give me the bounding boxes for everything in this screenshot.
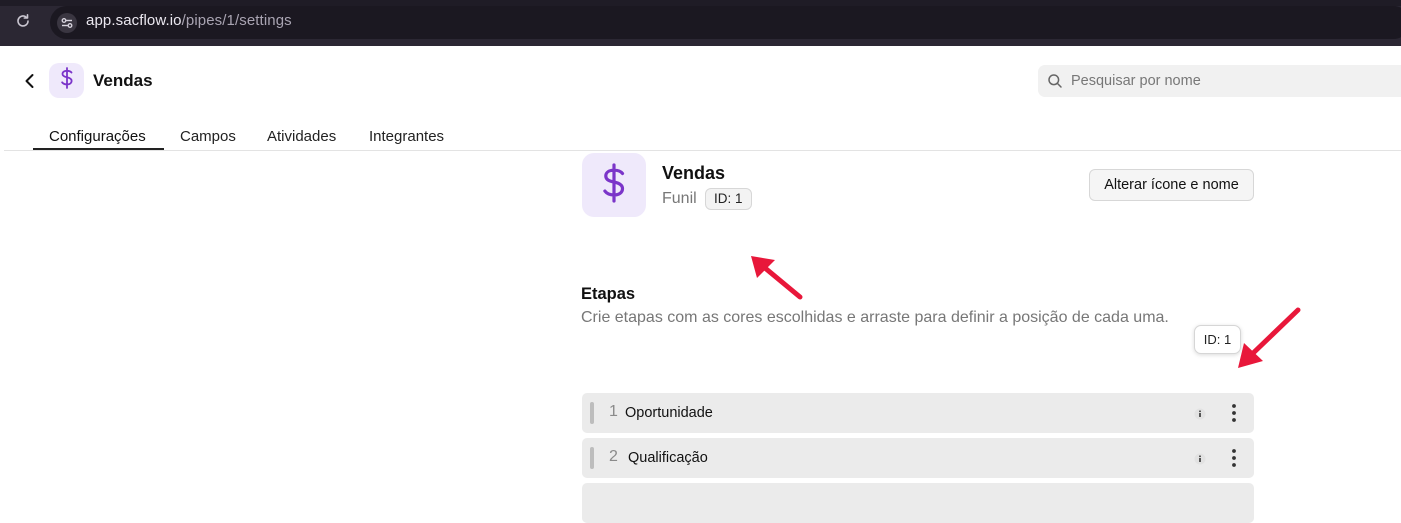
stage-row[interactable]: 2 Qualificação xyxy=(582,438,1254,478)
drag-handle[interactable] xyxy=(590,447,594,469)
tab-atividades[interactable]: Atividades xyxy=(267,128,336,145)
info-icon[interactable] xyxy=(1194,452,1206,465)
pipe-type: Funil xyxy=(662,190,697,207)
drag-handle[interactable] xyxy=(590,402,594,424)
pipe-avatar xyxy=(49,63,84,98)
stage-row[interactable]: 1 Oportunidade xyxy=(582,393,1254,433)
reload-icon[interactable] xyxy=(14,13,32,31)
stage-name: Qualificação xyxy=(628,450,708,466)
url-text[interactable]: app.sacflow.io/pipes/1/settings xyxy=(86,12,292,29)
more-options-icon[interactable] xyxy=(1226,447,1242,469)
page-title: Vendas xyxy=(93,71,153,90)
more-options-icon[interactable] xyxy=(1226,402,1242,424)
tab-bar: Configurações Campos Atividades Integran… xyxy=(0,120,1401,151)
active-tab-indicator xyxy=(33,148,164,150)
tab-divider xyxy=(4,150,1401,151)
stage-row[interactable] xyxy=(582,483,1254,523)
stage-name: Oportunidade xyxy=(625,405,713,421)
browser-toolbar: app.sacflow.io/pipes/1/settings xyxy=(0,0,1401,46)
url-host: app.sacflow.io xyxy=(86,12,182,29)
stages-description: Crie etapas com as cores escolhidas e ar… xyxy=(581,309,1169,326)
annotation-arrow-icon xyxy=(1238,307,1301,368)
annotation-arrow-icon xyxy=(751,256,803,300)
info-icon[interactable] xyxy=(1194,407,1206,420)
stages-title: Etapas xyxy=(581,285,636,303)
change-icon-name-button[interactable]: Alterar ícone e nome xyxy=(1089,169,1254,201)
dollar-icon xyxy=(58,67,76,94)
tab-integrantes[interactable]: Integrantes xyxy=(369,128,444,145)
search-input[interactable]: Pesquisar por nome xyxy=(1038,65,1401,97)
url-path: /pipes/1/settings xyxy=(181,12,292,29)
stage-number: 2 xyxy=(609,448,618,465)
stage-number: 1 xyxy=(609,403,618,420)
dollar-icon xyxy=(598,162,630,208)
search-placeholder: Pesquisar por nome xyxy=(1071,73,1201,89)
pipe-name: Vendas xyxy=(662,163,726,183)
tab-campos[interactable]: Campos xyxy=(180,128,236,145)
pipe-icon-large xyxy=(582,153,646,217)
search-icon xyxy=(1047,73,1063,89)
site-settings-icon[interactable] xyxy=(56,13,78,33)
back-arrow-icon[interactable] xyxy=(20,71,40,91)
tab-configuracoes[interactable]: Configurações xyxy=(49,128,146,145)
pipe-id-badge: ID: 1 xyxy=(705,188,752,210)
